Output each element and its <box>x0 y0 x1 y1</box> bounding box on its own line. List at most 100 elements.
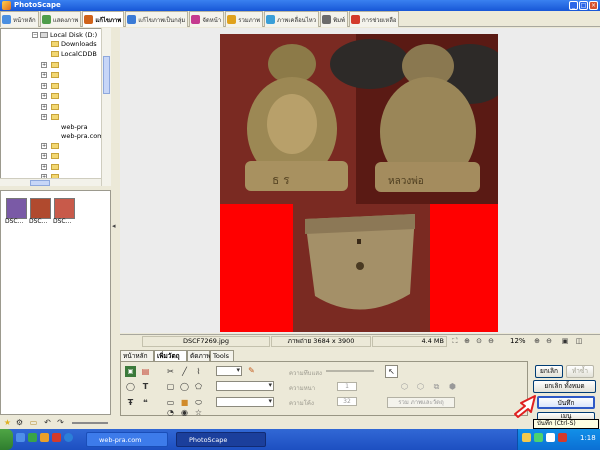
compare-icon[interactable]: ◫ <box>574 336 584 347</box>
main-tab[interactable]: จัดหน้า <box>189 11 225 27</box>
expand-icon[interactable]: + <box>41 83 47 89</box>
tree-folder-row[interactable]: + <box>41 163 101 172</box>
thumbnail-label: DSC... <box>5 218 24 225</box>
expand-icon[interactable]: + <box>41 153 47 159</box>
quicklaunch-icon[interactable] <box>28 433 37 442</box>
color-dropdown[interactable] <box>216 366 242 376</box>
star-icon[interactable]: ★ <box>2 417 13 428</box>
tree-folder-row[interactable]: + <box>41 61 101 70</box>
tray-icon[interactable] <box>558 433 567 442</box>
desktop-icon[interactable] <box>16 433 25 442</box>
eyedropper-icon[interactable]: ✎ <box>246 365 257 376</box>
start-button[interactable] <box>0 429 13 450</box>
thumbnail-image[interactable] <box>6 198 27 219</box>
thumbnail-image[interactable] <box>30 198 51 219</box>
expand-icon[interactable]: + <box>41 62 47 68</box>
save-button[interactable]: บันทึก <box>537 396 595 409</box>
curve-icon[interactable]: ⌇ <box>193 366 204 377</box>
zoom-out-icon[interactable]: ⊖ <box>486 336 496 347</box>
photo-canvas[interactable]: ธ ร หลวงพ่อ <box>220 34 498 332</box>
task-web-pra[interactable]: web-pra.com <box>86 432 168 447</box>
quicklaunch-icon[interactable] <box>40 433 49 442</box>
zoom-actual-icon[interactable]: ⊙ <box>474 336 484 347</box>
tree-folder-row[interactable]: + <box>41 82 101 91</box>
folder-vertical-scrollbar[interactable] <box>101 28 111 186</box>
main-tab[interactable]: รวมภาพ <box>225 11 264 27</box>
expand-icon[interactable]: + <box>41 143 47 149</box>
tray-icon[interactable] <box>522 433 531 442</box>
folder-horizontal-scrollbar[interactable] <box>0 178 101 186</box>
text-icon[interactable]: T <box>140 381 151 392</box>
main-tab[interactable]: พิมพ์ <box>320 11 348 27</box>
expand-icon[interactable]: + <box>41 114 47 120</box>
rotate-left-icon[interactable]: ↶ <box>42 417 53 428</box>
tree-folder-row[interactable]: + <box>41 142 101 151</box>
minimize-button[interactable]: _ <box>569 1 578 10</box>
open-folder-icon[interactable]: ▭ <box>28 417 39 428</box>
line-style-dropdown[interactable] <box>216 381 274 391</box>
main-tab[interactable]: แสดงภาพ <box>39 11 82 27</box>
main-tab[interactable]: แก้ไขภาพเป็นกลุ่ม <box>125 11 189 27</box>
fullscreen-icon[interactable]: ▣ <box>560 336 570 347</box>
zoom-in-button-icon[interactable]: ⊕ <box>532 336 542 347</box>
shape-a-icon[interactable]: ◔ <box>165 407 176 418</box>
maximize-button[interactable]: □ <box>579 1 588 10</box>
expand-icon[interactable]: + <box>41 164 47 170</box>
main-tab[interactable]: หน้าหลัก <box>0 11 39 27</box>
expand-icon[interactable]: + <box>41 72 47 78</box>
tray-icon[interactable] <box>546 433 555 442</box>
quote-icon[interactable]: ❝ <box>140 397 151 408</box>
merge-button[interactable]: รวม ภาพและวัตถุ <box>387 397 455 408</box>
text-t-icon[interactable]: Ŧ <box>125 397 136 408</box>
thumbnail-image[interactable] <box>54 198 75 219</box>
close-button[interactable]: × <box>589 1 598 10</box>
front-icon[interactable]: ⬡ <box>399 381 410 392</box>
undo-button[interactable]: ยกเลิก <box>535 365 563 378</box>
browser-icon[interactable] <box>64 433 73 442</box>
pentagon-icon[interactable]: ⬠ <box>193 381 204 392</box>
pointer-icon[interactable]: ↖ <box>385 365 398 378</box>
thickness-input[interactable]: 1 <box>337 382 357 391</box>
main-tab-label: รวมภาพ <box>238 16 261 24</box>
star-shape-icon[interactable]: ☆ <box>193 407 204 418</box>
rectangle-icon[interactable]: ▢ <box>165 381 176 392</box>
rotate-right-icon[interactable]: ↷ <box>55 417 66 428</box>
main-tab[interactable]: แก้ไขภาพ <box>82 11 125 27</box>
tray-icon[interactable] <box>534 433 543 442</box>
fit-icon[interactable]: ⛶ <box>450 336 460 347</box>
main-tab[interactable]: การช่วยเหลือ <box>349 11 400 27</box>
photo-icon[interactable]: ▣ <box>125 366 136 377</box>
shape-b-icon[interactable]: ◉ <box>179 407 190 418</box>
settings-icon[interactable]: ⚙ <box>14 417 25 428</box>
thumbnail-size-slider[interactable] <box>72 422 108 424</box>
quicklaunch-icon[interactable] <box>52 433 61 442</box>
transparency-slider[interactable] <box>326 370 374 372</box>
tree-folder-row[interactable]: + <box>41 103 101 112</box>
panel-splitter[interactable]: ◂ <box>111 28 120 415</box>
delete-icon[interactable]: ⬢ <box>447 381 458 392</box>
task-photoscape[interactable]: PhotoScape <box>176 432 266 447</box>
tree-folder-row[interactable]: + <box>41 92 101 101</box>
duplicate-icon[interactable]: ⧉ <box>431 381 442 392</box>
scissors-icon[interactable]: ✂ <box>165 366 176 377</box>
tree-folder-row[interactable]: + <box>41 152 101 161</box>
zoom-in-icon[interactable]: ⊕ <box>462 336 472 347</box>
expand-icon[interactable]: + <box>41 104 47 110</box>
tree-item-drive[interactable]: − Local Disk (D:) <box>32 31 109 40</box>
tree-folder-row[interactable]: + <box>41 113 101 122</box>
main-tab[interactable]: ภาพเคลื่อนไหว <box>264 11 320 27</box>
redo-button[interactable]: ทำซ้ำ <box>566 365 594 378</box>
zoom-out-button-icon[interactable]: ⊖ <box>544 336 554 347</box>
balloon-icon[interactable]: ◯ <box>125 381 136 392</box>
line-type-dropdown[interactable] <box>216 397 274 407</box>
roundness-input[interactable]: 32 <box>337 397 357 406</box>
thumbnail-pane[interactable]: DSC... DSC... DSC... <box>0 190 111 415</box>
circle-icon[interactable]: ◯ <box>179 381 190 392</box>
line-icon[interactable]: ╱ <box>179 366 190 377</box>
folder-tree[interactable]: − Local Disk (D:) Downloads LocalCDDB + +… <box>0 28 111 186</box>
expand-icon[interactable]: + <box>41 93 47 99</box>
undo-all-button[interactable]: ยกเลิก ทั้งหมด <box>533 380 596 393</box>
back-icon[interactable]: ⬡ <box>415 381 426 392</box>
image-icon[interactable]: ▤ <box>140 366 151 377</box>
tree-folder-row[interactable]: + <box>41 71 101 80</box>
